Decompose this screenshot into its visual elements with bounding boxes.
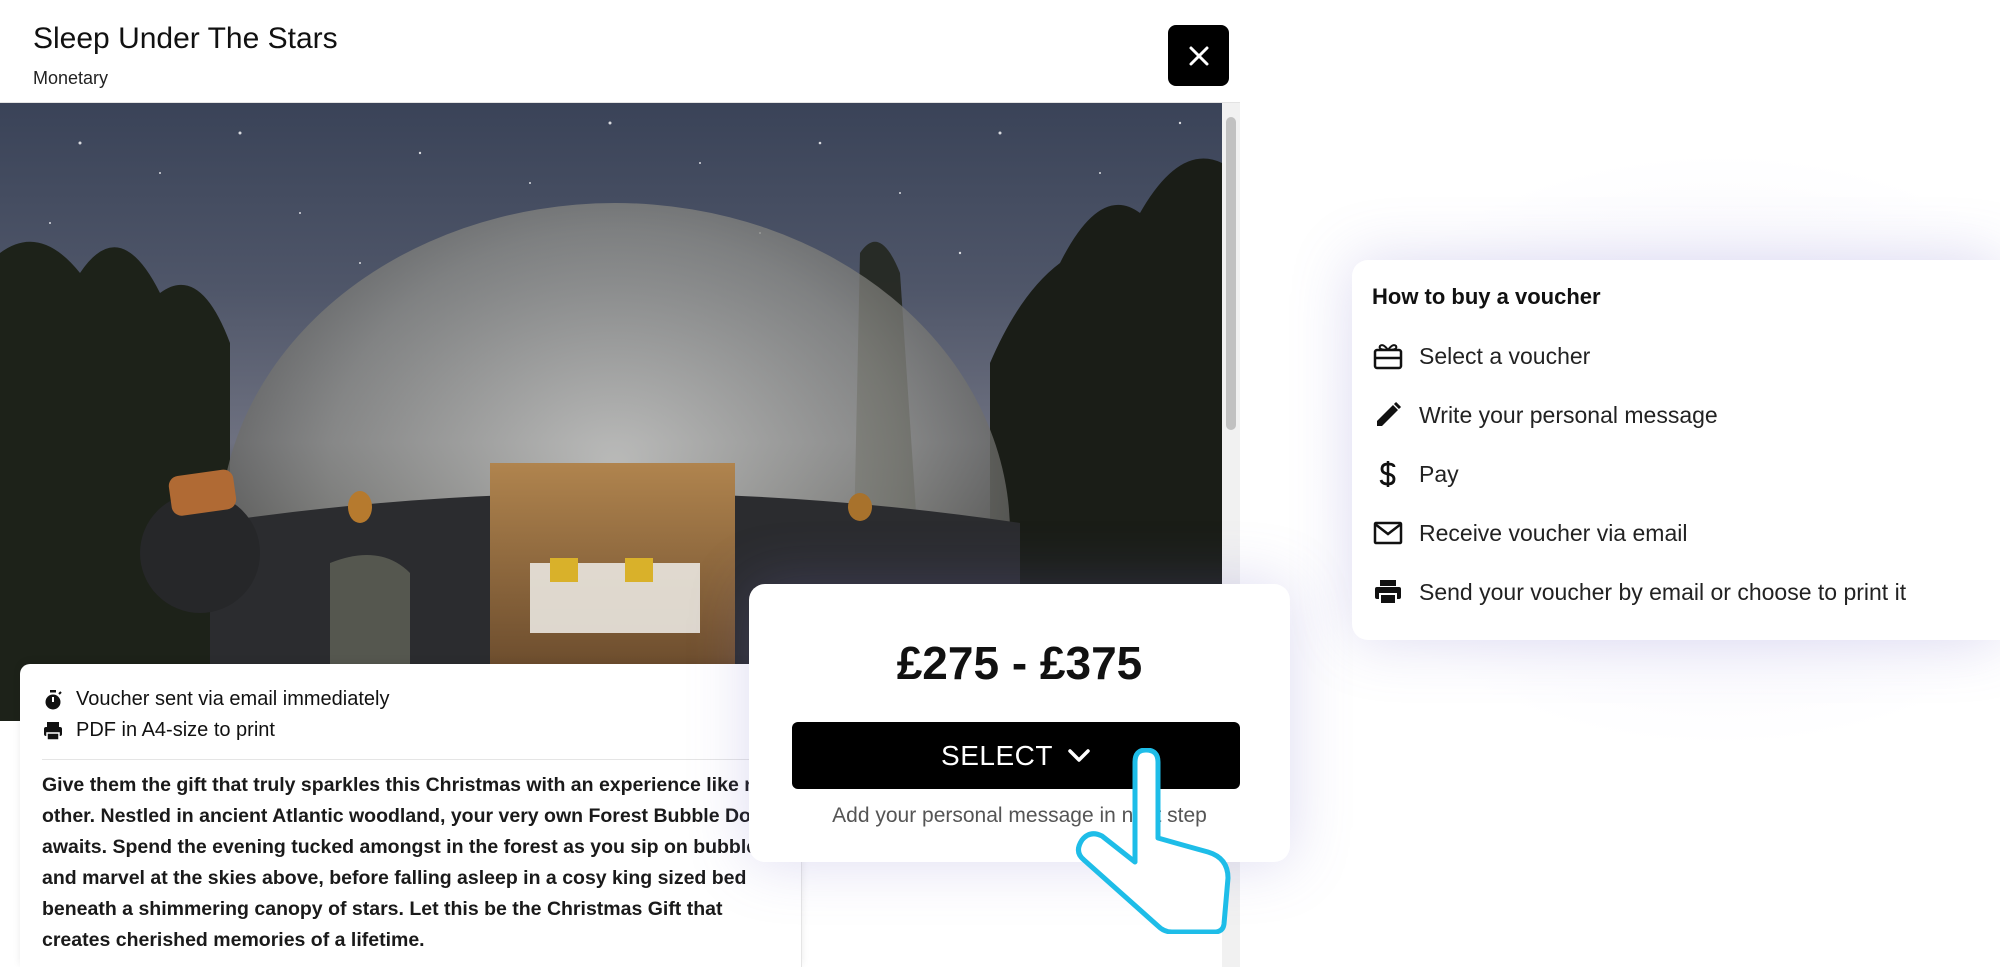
printer-icon <box>1372 576 1404 608</box>
step-select-voucher: Select a voucher <box>1372 340 1590 372</box>
info-card: Voucher sent via email immediately PDF i… <box>20 664 802 967</box>
step-write-message: Write your personal message <box>1372 399 1718 431</box>
select-label: SELECT <box>941 739 1053 771</box>
mail-icon <box>1372 517 1404 549</box>
close-icon <box>1189 46 1208 65</box>
close-button[interactable] <box>1168 25 1229 86</box>
step-label: Send your voucher by email or choose to … <box>1419 578 1907 605</box>
step-pay: Pay <box>1372 458 1459 490</box>
hand-pointer-icon <box>1076 748 1231 934</box>
modal-subtitle: Monetary <box>33 68 109 88</box>
dollar-icon <box>1372 458 1404 490</box>
step-receive-email: Receive voucher via email <box>1372 517 1687 549</box>
modal-header: Sleep Under The Stars Monetary <box>0 0 1240 103</box>
price-range: £275 - £375 <box>896 637 1143 689</box>
delivery-info: Voucher sent via email immediately <box>42 688 389 711</box>
modal-title: Sleep Under The Stars <box>33 22 338 55</box>
description-text: Give them the gift that truly sparkles t… <box>42 774 780 951</box>
how-to-panel: How to buy a voucher Select a voucher Wr… <box>1352 260 2000 640</box>
step-label: Write your personal message <box>1419 401 1718 428</box>
how-to-title: How to buy a voucher <box>1372 284 1601 309</box>
pencil-icon <box>1372 399 1404 431</box>
step-label: Receive voucher via email <box>1419 519 1688 546</box>
format-text: PDF in A4-size to print <box>76 719 275 741</box>
format-info: PDF in A4-size to print <box>42 719 275 742</box>
gift-card-icon <box>1372 340 1404 372</box>
step-send-or-print: Send your voucher by email or choose to … <box>1372 576 1906 608</box>
printer-icon <box>42 720 64 742</box>
stopwatch-icon <box>42 689 64 711</box>
scrollbar-thumb[interactable] <box>1226 117 1236 430</box>
delivery-text: Voucher sent via email immediately <box>76 688 390 710</box>
divider <box>42 759 782 760</box>
step-label: Pay <box>1419 460 1459 487</box>
step-label: Select a voucher <box>1419 342 1591 369</box>
